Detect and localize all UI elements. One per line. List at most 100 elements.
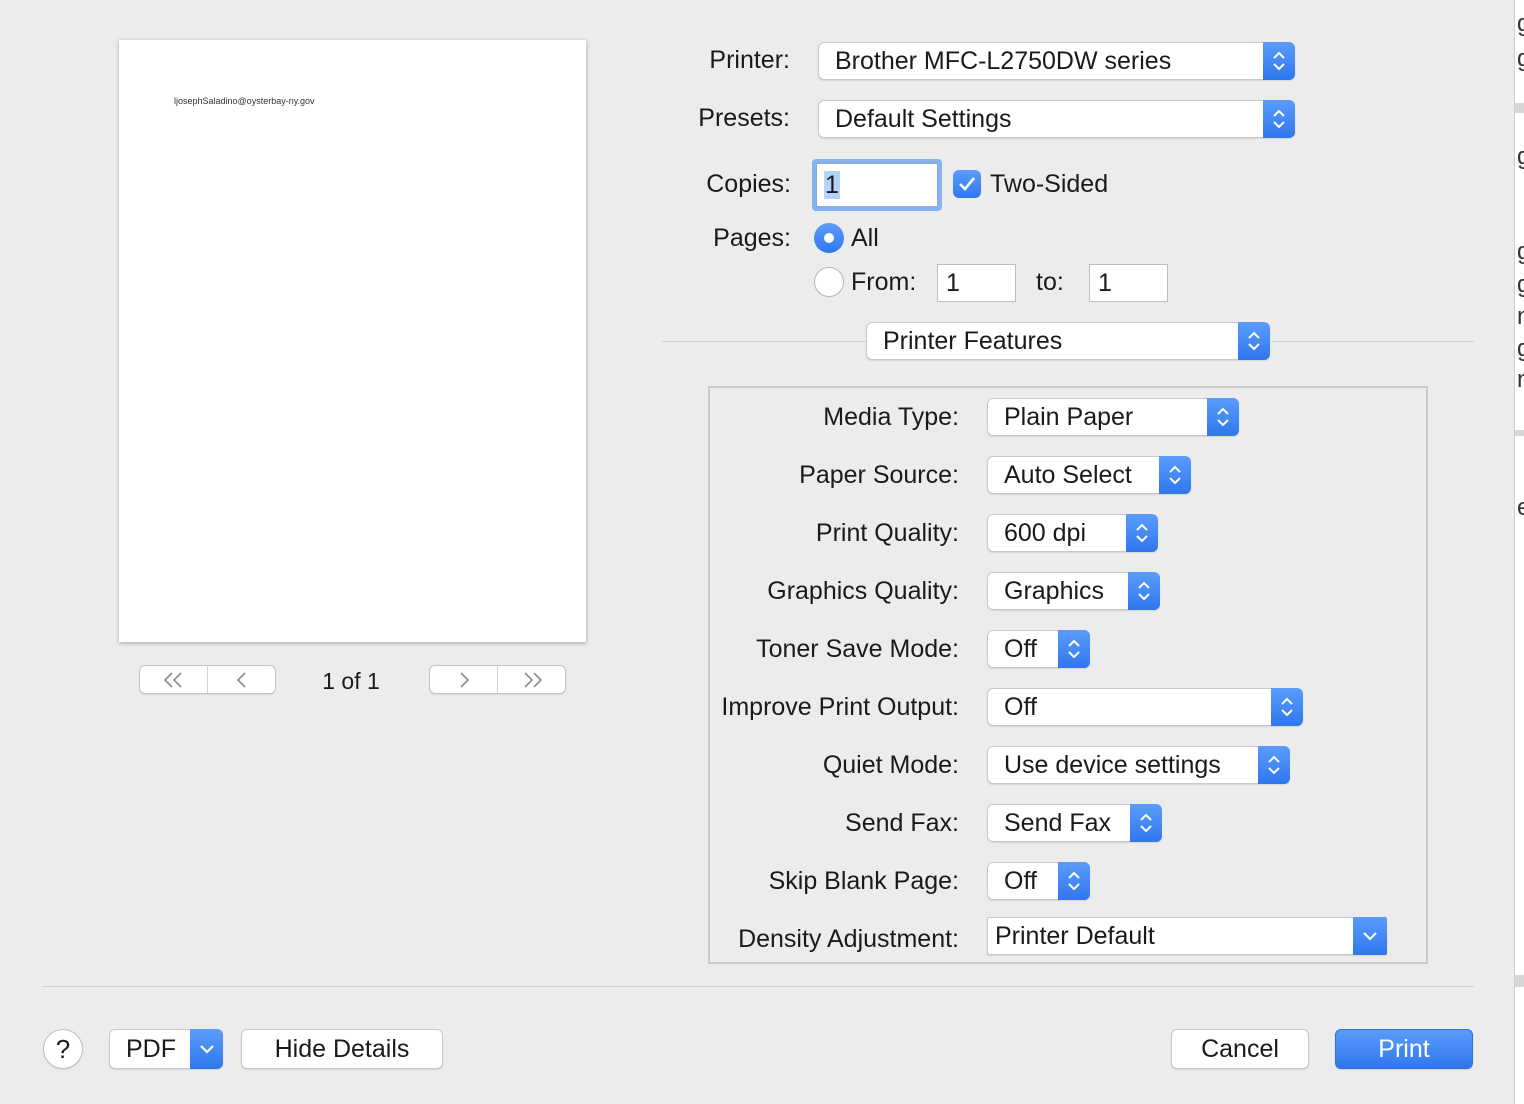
printer-popup[interactable]: Brother MFC-L2750DW series (818, 42, 1295, 80)
toner-save-label: Toner Save Mode: (756, 635, 959, 663)
updown-chevron-icon (1128, 572, 1160, 610)
graphics-quality-label: Graphics Quality: (767, 577, 959, 605)
preview-forward-controls (429, 665, 566, 694)
background-text-fragment: g (1517, 238, 1524, 266)
double-chevron-left-icon (163, 671, 182, 688)
first-page-button[interactable] (140, 666, 207, 693)
print-preview-page: ljosephSaladino@oysterbay-ny.gov (119, 40, 586, 642)
section-divider-left (662, 341, 866, 342)
presets-popup[interactable]: Default Settings (818, 100, 1295, 138)
updown-chevron-icon (1126, 514, 1158, 552)
copies-field[interactable]: 1 (816, 163, 938, 207)
toner-save-value: Off (1004, 635, 1037, 663)
background-row-line (1515, 975, 1524, 987)
print-quality-value: 600 dpi (1004, 519, 1087, 547)
updown-chevron-icon (1238, 322, 1270, 360)
printer-label: Printer: (709, 46, 790, 74)
skip-blank-popup[interactable]: Off (987, 862, 1090, 900)
updown-chevron-icon (1271, 688, 1303, 726)
density-label: Density Adjustment: (738, 925, 959, 953)
cancel-button[interactable]: Cancel (1171, 1029, 1309, 1069)
updown-chevron-icon (1058, 862, 1090, 900)
print-quality-label: Print Quality: (815, 519, 959, 547)
paper-source-popup[interactable]: Auto Select (987, 456, 1191, 494)
send-fax-label: Send Fax: (845, 809, 959, 837)
chevron-left-icon (236, 671, 246, 688)
double-chevron-right-icon (523, 671, 542, 688)
section-divider-right (1272, 341, 1474, 342)
page-count-label: 1 of 1 (322, 668, 380, 694)
two-sided-label[interactable]: Two-Sided (990, 170, 1108, 199)
graphics-quality-popup[interactable]: Graphics (987, 572, 1160, 610)
previous-page-button[interactable] (207, 666, 275, 693)
pages-from-radio[interactable] (814, 267, 844, 297)
pdf-label: PDF (126, 1035, 176, 1063)
background-text-fragment: e (1517, 494, 1524, 522)
printer-value: Brother MFC-L2750DW series (835, 47, 1172, 75)
improve-output-popup[interactable]: Off (987, 688, 1303, 726)
updown-chevron-icon (1058, 630, 1090, 668)
background-text-fragment: g (1517, 271, 1524, 299)
updown-chevron-icon (1130, 804, 1162, 842)
background-row-line (1515, 103, 1524, 113)
help-button[interactable]: ? (43, 1029, 83, 1069)
last-page-button[interactable] (497, 666, 565, 693)
section-value: Printer Features (883, 327, 1063, 355)
pages-all-radio[interactable] (814, 223, 844, 253)
chevron-down-icon (1353, 917, 1387, 955)
print-button[interactable]: Print (1335, 1029, 1473, 1069)
pages-to-label: to: (1036, 268, 1064, 296)
section-popup[interactable]: Printer Features (866, 322, 1270, 360)
updown-chevron-icon (1159, 456, 1191, 494)
updown-chevron-icon (1207, 398, 1239, 436)
footer-divider (42, 986, 1474, 987)
chevron-down-icon (190, 1029, 223, 1069)
paper-source-value: Auto Select (1004, 461, 1132, 489)
background-text-fragment: g (1517, 335, 1524, 363)
updown-chevron-icon (1263, 42, 1295, 80)
next-page-button[interactable] (430, 666, 497, 693)
pages-from-label[interactable]: From: (851, 268, 916, 297)
presets-label: Presets: (698, 104, 790, 132)
checkmark-icon (959, 177, 976, 191)
quiet-mode-label: Quiet Mode: (822, 751, 959, 779)
quiet-mode-popup[interactable]: Use device settings (987, 746, 1290, 784)
updown-chevron-icon (1263, 100, 1295, 138)
updown-chevron-icon (1258, 746, 1290, 784)
preview-back-controls (139, 665, 276, 694)
copies-label: Copies: (706, 170, 791, 198)
preview-page-text: ljosephSaladino@oysterbay-ny.gov (174, 96, 315, 106)
media-type-value: Plain Paper (1004, 403, 1134, 431)
improve-output-value: Off (1004, 693, 1037, 721)
background-text-fragment: n (1517, 366, 1524, 394)
send-fax-popup[interactable]: Send Fax (987, 804, 1162, 842)
background-text-fragment: g (1517, 143, 1524, 171)
send-fax-value: Send Fax (1004, 809, 1112, 837)
pages-to-field[interactable]: 1 (1089, 264, 1168, 302)
pages-label: Pages: (713, 224, 791, 252)
skip-blank-value: Off (1004, 867, 1037, 895)
pages-from-field[interactable]: 1 (937, 264, 1016, 302)
background-text-fragment: g (1517, 45, 1524, 73)
density-value: Printer Default (995, 922, 1155, 950)
background-text-fragment: g (1517, 10, 1524, 38)
background-window-edge: g g g g g n g n e (1514, 0, 1524, 1104)
skip-blank-label: Skip Blank Page: (768, 867, 959, 895)
pdf-menu-button[interactable]: PDF (109, 1029, 223, 1069)
hide-details-button[interactable]: Hide Details (241, 1029, 443, 1069)
quiet-mode-value: Use device settings (1004, 751, 1221, 779)
print-quality-popup[interactable]: 600 dpi (987, 514, 1158, 552)
print-dialog: ljosephSaladino@oysterbay-ny.gov 1 of 1 … (0, 0, 1514, 1104)
background-text-fragment: n (1517, 303, 1524, 331)
presets-value: Default Settings (835, 105, 1012, 133)
pages-all-label[interactable]: All (851, 224, 879, 253)
improve-output-label: Improve Print Output: (721, 693, 959, 721)
two-sided-checkbox[interactable] (953, 170, 981, 198)
chevron-right-icon (459, 671, 469, 688)
density-popup[interactable]: Printer Default (987, 917, 1387, 955)
media-type-popup[interactable]: Plain Paper (987, 398, 1239, 436)
paper-source-label: Paper Source: (799, 461, 959, 489)
graphics-quality-value: Graphics (1004, 577, 1105, 605)
background-row-line (1515, 430, 1524, 436)
toner-save-popup[interactable]: Off (987, 630, 1090, 668)
